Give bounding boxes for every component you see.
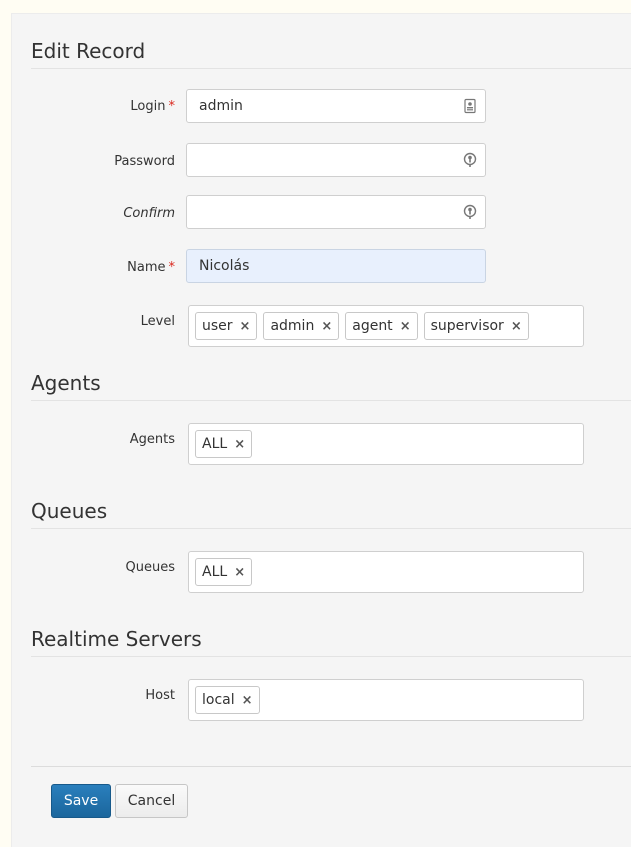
tag-user: user × (195, 312, 258, 340)
remove-tag-icon[interactable]: × (242, 694, 253, 707)
login-label-text: Login (130, 99, 166, 114)
queues-label: Queues (125, 560, 175, 575)
tag-label: local (202, 692, 235, 708)
tag-label: user (202, 318, 233, 334)
name-label-text: Name (127, 260, 166, 275)
name-label: Name * (127, 260, 175, 275)
remove-tag-icon[interactable]: × (234, 566, 245, 579)
tag-supervisor: supervisor × (423, 312, 529, 340)
agents-tag-input[interactable]: ALL × (188, 423, 584, 465)
password-input[interactable] (186, 143, 486, 177)
cancel-button[interactable]: Cancel (115, 784, 188, 818)
tag-label: admin (270, 318, 315, 334)
tag-admin: admin × (263, 312, 340, 340)
level-tag-input[interactable]: user × admin × agent × supervisor × (188, 305, 584, 347)
remove-tag-icon[interactable]: × (400, 320, 411, 333)
section-divider (31, 400, 631, 401)
confirm-label: Confirm (123, 206, 175, 221)
name-value: Nicolás (199, 258, 250, 274)
level-label: Level (140, 314, 175, 329)
form-footer-divider (31, 766, 631, 767)
login-label: Login * (130, 99, 175, 114)
host-label: Host (145, 688, 175, 703)
section-divider (31, 528, 631, 529)
password-label: Password (114, 154, 175, 169)
tag-all-queues: ALL × (195, 558, 253, 586)
remove-tag-icon[interactable]: × (511, 320, 522, 333)
remove-tag-icon[interactable]: × (234, 438, 245, 451)
required-mark: * (168, 99, 176, 114)
name-input[interactable]: Nicolás (186, 249, 486, 283)
tag-local: local × (195, 686, 260, 714)
section-title-agents: Agents (31, 371, 101, 395)
login-value: admin (199, 98, 243, 114)
section-divider (31, 656, 631, 657)
section-title-queues: Queues (31, 499, 108, 523)
confirm-password-input[interactable] (186, 195, 486, 229)
login-input[interactable]: admin (186, 89, 486, 123)
section-divider (31, 68, 631, 69)
remove-tag-icon[interactable]: × (321, 320, 332, 333)
key-icon (463, 152, 477, 167)
tag-label: supervisor (430, 318, 504, 334)
remove-tag-icon[interactable]: × (240, 320, 251, 333)
agents-label: Agents (129, 432, 175, 447)
host-tag-input[interactable]: local × (188, 679, 584, 721)
tag-label: ALL (202, 564, 228, 580)
key-icon (463, 204, 477, 219)
tag-agent: agent × (345, 312, 418, 340)
contact-card-icon (464, 98, 476, 114)
section-title-edit-record: Edit Record (31, 39, 146, 63)
save-button[interactable]: Save (51, 784, 111, 818)
tag-label: agent (352, 318, 393, 334)
tag-all-agents: ALL × (195, 430, 253, 458)
section-title-realtime-servers: Realtime Servers (31, 627, 202, 651)
queues-tag-input[interactable]: ALL × (188, 551, 584, 593)
tag-label: ALL (202, 436, 228, 452)
required-mark: * (168, 260, 176, 275)
